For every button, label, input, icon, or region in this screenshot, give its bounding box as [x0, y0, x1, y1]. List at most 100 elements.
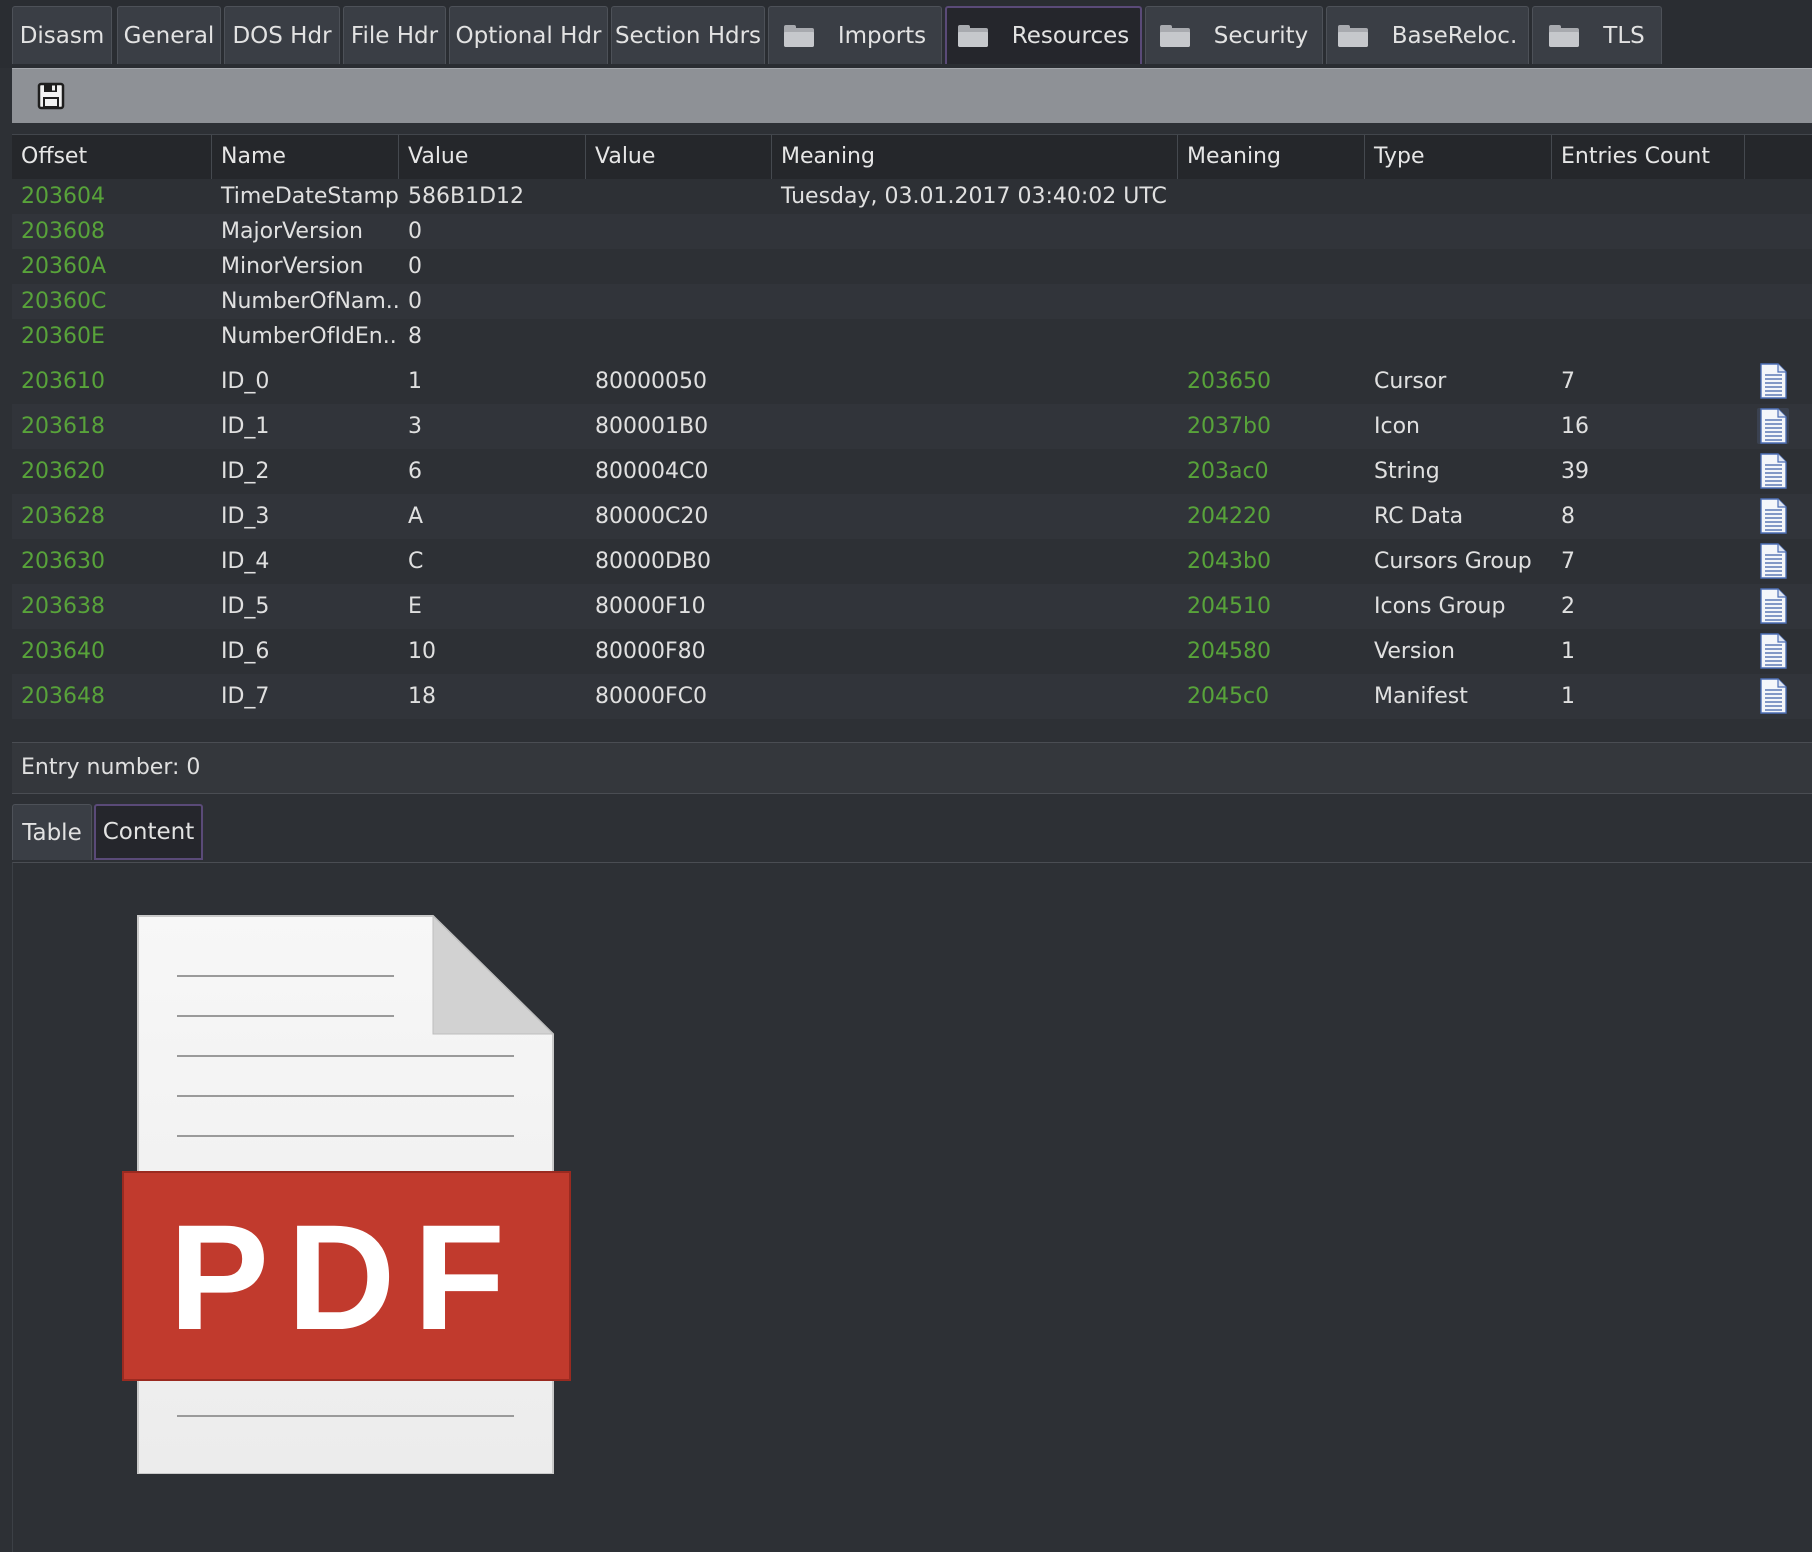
tab-dos-hdr[interactable]: DOS Hdr — [224, 6, 340, 64]
tab-basereloc[interactable]: BaseReloc. — [1326, 6, 1529, 64]
pdf-file-icon: PDF — [122, 914, 571, 1474]
tab-content-label: Content — [102, 819, 195, 845]
tab-label: Disasm — [19, 22, 105, 49]
value2-cell: 80000F80 — [595, 639, 706, 664]
type-cell: Cursor — [1374, 369, 1447, 394]
meaning2-cell: 204220 — [1187, 504, 1271, 529]
tab-imports[interactable]: Imports — [768, 6, 942, 64]
name-cell: ID_1 — [221, 414, 270, 439]
name-cell: ID_2 — [221, 459, 270, 484]
meaning2-cell: 2037b0 — [1187, 414, 1271, 439]
table-row[interactable]: 203628 ID_3 A 80000C20 204220 RC Data 8 — [12, 494, 1812, 539]
table-row[interactable]: 203618 ID_1 3 800001B0 2037b0 Icon 16 — [12, 404, 1812, 449]
name-cell: ID_0 — [221, 369, 270, 394]
tab-bar: Disasm General DOS Hdr File Hdr Optional Hdr… — [0, 0, 1812, 68]
tab-label: BaseReloc. — [1391, 22, 1518, 49]
column-header-meaning2[interactable]: Meaning — [1178, 135, 1365, 179]
name-cell: MajorVersion — [221, 219, 363, 244]
meaning2-cell: 204510 — [1187, 594, 1271, 619]
column-header-name[interactable]: Name — [212, 135, 399, 179]
name-cell: ID_5 — [221, 594, 270, 619]
type-cell: Icons Group — [1374, 594, 1506, 619]
resources-table[interactable]: Offset Name Value Value Meaning Meaning Type En… — [12, 134, 1812, 731]
column-header-value2[interactable]: Value — [586, 135, 772, 179]
value-cell: 6 — [408, 459, 422, 484]
document-icon[interactable] — [1757, 633, 1789, 669]
type-cell: String — [1374, 459, 1440, 484]
column-header-meaning[interactable]: Meaning — [772, 135, 1178, 179]
table-header: Offset Name Value Value Meaning Meaning Type En… — [12, 135, 1812, 179]
document-icon[interactable] — [1757, 453, 1789, 489]
tab-label: DOS Hdr — [232, 22, 332, 49]
document-icon[interactable] — [1757, 408, 1789, 444]
value-cell: 10 — [408, 639, 436, 664]
table-row[interactable]: 203608 MajorVersion 0 — [12, 214, 1812, 249]
table-row[interactable]: 20360A MinorVersion 0 — [12, 249, 1812, 284]
table-row[interactable]: 203648 ID_7 18 80000FC0 2045c0 Manifest 1 — [12, 674, 1812, 719]
entries-count-cell: 7 — [1561, 369, 1575, 394]
name-cell: ID_6 — [221, 639, 270, 664]
meaning2-cell: 203ac0 — [1187, 459, 1269, 484]
name-cell: MinorVersion — [221, 254, 364, 279]
toolbar — [12, 68, 1812, 123]
value2-cell: 800004C0 — [595, 459, 709, 484]
value-cell: E — [408, 594, 422, 619]
column-header-icon — [1745, 135, 1812, 179]
table-row[interactable]: 203640 ID_6 10 80000F80 204580 Version 1 — [12, 629, 1812, 674]
tab-content[interactable]: Content — [94, 804, 203, 860]
value-cell: 0 — [408, 254, 422, 279]
tab-table[interactable]: Table — [12, 804, 92, 860]
table-row[interactable]: 203630 ID_4 C 80000DB0 2043b0 Cursors Group 7 — [12, 539, 1812, 584]
meaning-cell: Tuesday, 03.01.2017 03:40:02 UTC — [781, 184, 1167, 209]
offset-cell: 20360A — [21, 254, 107, 279]
entry-number-label: Entry number: 0 — [21, 755, 201, 780]
meaning2-cell: 204580 — [1187, 639, 1271, 664]
offset-cell: 203640 — [21, 639, 105, 664]
tab-label: Resources — [1011, 23, 1130, 49]
tab-security[interactable]: Security — [1145, 6, 1323, 64]
folder-icon — [1159, 24, 1190, 47]
offset-cell: 203648 — [21, 684, 105, 709]
tab-label: General — [123, 22, 215, 49]
column-header-offset[interactable]: Offset — [12, 135, 212, 179]
column-header-value[interactable]: Value — [399, 135, 586, 179]
document-icon[interactable] — [1757, 678, 1789, 714]
value2-cell: 80000C20 — [595, 504, 709, 529]
tab-label: File Hdr — [350, 22, 439, 49]
entries-count-cell: 2 — [1561, 594, 1575, 619]
offset-cell: 20360E — [21, 324, 105, 349]
tab-file-hdr[interactable]: File Hdr — [343, 6, 446, 64]
table-row[interactable]: 203638 ID_5 E 80000F10 204510 Icons Group 2 — [12, 584, 1812, 629]
table-row[interactable]: 20360C NumberOfNam... 0 — [12, 284, 1812, 319]
document-icon[interactable] — [1757, 498, 1789, 534]
type-cell: RC Data — [1374, 504, 1464, 529]
table-row[interactable]: 203604 TimeDateStamp 586B1D12 Tuesday, 03.0… — [12, 179, 1812, 214]
table-row[interactable]: 20360E NumberOfIdEn... 8 — [12, 319, 1812, 354]
tab-resources[interactable]: Resources — [945, 6, 1142, 64]
column-header-entries-count[interactable]: Entries Count — [1552, 135, 1745, 179]
document-icon[interactable] — [1757, 588, 1789, 624]
table-row[interactable]: 203610 ID_0 1 80000050 203650 Cursor 7 — [12, 359, 1812, 404]
tab-tls[interactable]: TLS — [1532, 6, 1662, 64]
meaning2-cell: 203650 — [1187, 369, 1271, 394]
value-cell: 3 — [408, 414, 422, 439]
column-header-type[interactable]: Type — [1365, 135, 1552, 179]
save-icon[interactable] — [34, 79, 68, 113]
tab-general[interactable]: General — [117, 6, 221, 64]
table-row[interactable]: 203620 ID_2 6 800004C0 203ac0 String 39 — [12, 449, 1812, 494]
entries-count-cell: 8 — [1561, 504, 1575, 529]
document-icon[interactable] — [1757, 543, 1789, 579]
meaning-cell — [772, 249, 1365, 284]
offset-cell: 203610 — [21, 369, 105, 394]
document-icon[interactable] — [1757, 363, 1789, 399]
type-cell: Icon — [1374, 414, 1420, 439]
name-cell: ID_7 — [221, 684, 270, 709]
entries-count-cell: 1 — [1561, 639, 1575, 664]
tab-section-hdrs[interactable]: Section Hdrs — [611, 6, 765, 64]
offset-cell: 203630 — [21, 549, 105, 574]
tab-optional-hdr[interactable]: Optional Hdr — [449, 6, 608, 64]
value-cell: C — [408, 549, 424, 574]
tab-disasm[interactable]: Disasm — [12, 6, 112, 64]
offset-cell: 203608 — [21, 219, 105, 244]
meaning-cell — [772, 214, 1365, 249]
